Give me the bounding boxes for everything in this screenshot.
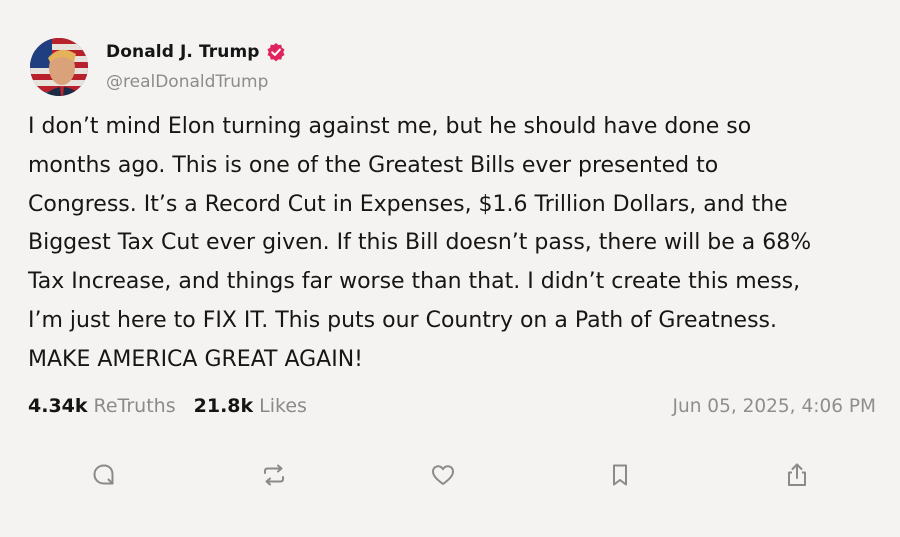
post-body: I don’t mind Elon turning against me, bu… xyxy=(28,108,878,380)
retruths-count[interactable]: 4.34k xyxy=(28,395,88,417)
reply-button[interactable] xyxy=(87,458,121,492)
comment-bubble-icon xyxy=(93,464,114,485)
verified-badge-icon xyxy=(267,43,285,62)
avatar-portrait-icon xyxy=(30,38,88,96)
post-timestamp[interactable]: Jun 05, 2025, 4:06 PM xyxy=(673,396,876,417)
like-button[interactable] xyxy=(426,458,460,492)
post-line: I don’t mind Elon turning against me, bu… xyxy=(28,114,752,139)
likes-label[interactable]: Likes xyxy=(259,395,307,417)
bookmark-icon xyxy=(613,464,627,486)
bookmark-button[interactable] xyxy=(603,458,637,492)
share-icon xyxy=(788,463,806,486)
post-line: Congress. It’s a Record Cut in Expenses,… xyxy=(28,191,788,217)
post-line: I’m just here to FIX IT. This puts our C… xyxy=(28,307,778,333)
repost-arrows-icon xyxy=(264,464,284,486)
share-button[interactable] xyxy=(780,458,814,492)
post-stats: 4.34k ReTruths 21.8k Likes Jun 05, 2025,… xyxy=(28,395,876,417)
truth-post-card: Donald J. Trump @realDonaldTrump I don’t… xyxy=(0,0,900,537)
heart-icon xyxy=(432,465,454,485)
post-line: Biggest Tax Cut ever given. If this Bill… xyxy=(28,230,812,256)
likes-count[interactable]: 21.8k xyxy=(194,395,254,417)
author-handle[interactable]: @realDonaldTrump xyxy=(106,72,286,92)
retruths-label[interactable]: ReTruths xyxy=(94,395,176,417)
post-line: MAKE AMERICA GREAT AGAIN! xyxy=(28,346,363,372)
post-line: Tax Increase, and things far worse than … xyxy=(28,269,801,295)
post-line: months ago. This is one of the Greatest … xyxy=(28,152,719,178)
author-name[interactable]: Donald J. Trump xyxy=(106,42,260,62)
retruth-button[interactable] xyxy=(257,458,291,492)
author-block: Donald J. Trump @realDonaldTrump xyxy=(106,40,286,92)
author-avatar[interactable] xyxy=(30,38,88,96)
